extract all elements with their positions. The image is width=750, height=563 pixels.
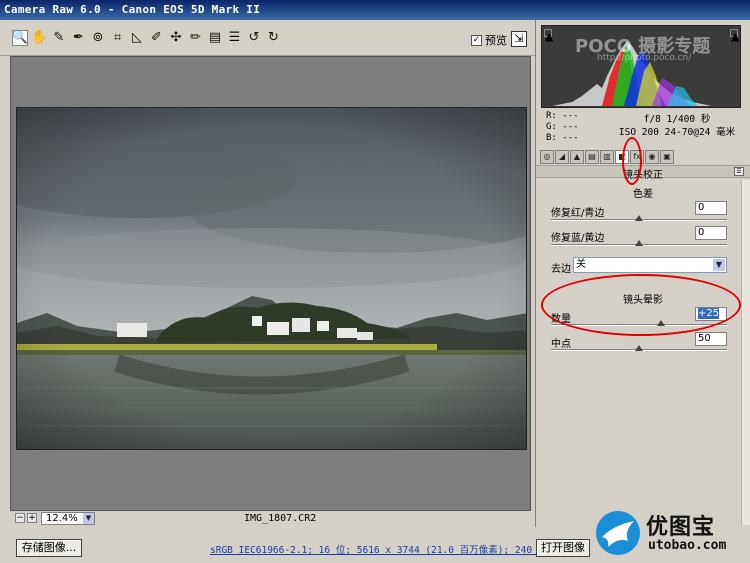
color-sampler-tool-icon[interactable]: ✒ (71, 30, 87, 46)
amount-value: +25 (698, 308, 720, 319)
amount-slider-thumb[interactable] (657, 320, 665, 326)
rotate-right-icon[interactable]: ↻ (266, 30, 282, 46)
red-eye-tool-icon[interactable]: ✣ (168, 30, 184, 46)
panel-tab-6[interactable]: ◧ (615, 150, 629, 164)
panel-title-text: 镜头校正 (623, 170, 663, 181)
targeted-adjustment-tool-icon[interactable]: ⊚ (90, 30, 106, 46)
spot-removal-tool-icon[interactable]: ✐ (149, 30, 165, 46)
defringe-value: 关 (576, 259, 586, 270)
image-preview-area[interactable] (10, 56, 531, 511)
blue-yellow-slider-thumb[interactable] (635, 240, 643, 246)
panel-tab-7[interactable]: fx (630, 150, 644, 164)
adjustment-brush-icon[interactable]: ✏ (188, 30, 204, 46)
panel-tab-4[interactable]: ▤ (585, 150, 599, 164)
chevron-down-icon: ▼ (83, 513, 94, 524)
status-strip: − + 12.4% ▼ IMG_1807.CR2 (10, 511, 531, 527)
workflow-options-link[interactable]: sRGB IEC61966-2.1; 16 位; 5616 x 3744 (21… (210, 542, 555, 556)
rotate-left-icon[interactable]: ↺ (246, 30, 262, 46)
blue-yellow-value: 0 (698, 227, 705, 238)
red-cyan-value: 0 (698, 202, 705, 213)
iso-lens-info: ISO 200 24-70@24 毫米 (618, 127, 736, 138)
red-cyan-label: 修复红/青边 (551, 208, 605, 219)
red-cyan-slider[interactable] (551, 215, 727, 221)
red-cyan-field[interactable]: 0 (695, 201, 727, 215)
blue-yellow-slider[interactable] (551, 240, 727, 246)
straighten-tool-icon[interactable]: ◺ (129, 30, 145, 46)
adjustments-panel: ▲ ▲ POCO 摄影专题 http://photo.poco.cn/ R: -… (535, 20, 750, 527)
midpoint-field[interactable]: 50 (695, 332, 727, 346)
toolbar: 🔍 ✋ ✎ ✒ ⊚ ⌗ ◺ ✐ ✣ ✏ ▤ ☰ ↺ ↻ ✓ 预览 ⇲ (0, 20, 535, 56)
blue-yellow-field[interactable]: 0 (695, 226, 727, 240)
chromatic-heading: 色差 (633, 189, 653, 200)
panel-title: 镜头校正 ☰ (536, 165, 750, 181)
blue-yellow-label: 修复蓝/黄边 (551, 233, 605, 244)
file-name: IMG_1807.CR2 (244, 513, 317, 524)
r-readout: R: --- (546, 111, 579, 121)
watermark-url: http://photo.poco.cn/ (597, 53, 692, 63)
panel-tab-1[interactable]: ◎ (540, 150, 554, 164)
b-readout: B: --- (546, 133, 579, 143)
zoom-out-button[interactable]: − (15, 513, 25, 523)
panel-tabs: ◎ ◢ ▲ ▤ ▥ ◧ fx ◉ ▣ (540, 150, 746, 164)
panel-tab-2[interactable]: ◢ (555, 150, 569, 164)
amount-label: 数量 (551, 314, 571, 325)
white-balance-tool-icon[interactable]: ✎ (51, 30, 67, 46)
panel-tab-5[interactable]: ▥ (600, 150, 614, 164)
photo-preview (16, 107, 527, 450)
exposure-info: f/8 1/400 秒 (643, 114, 711, 125)
panel-tab-9[interactable]: ▣ (660, 150, 674, 164)
midpoint-slider-thumb[interactable] (635, 345, 643, 351)
rgb-readout: R: --- G: --- B: --- (546, 111, 579, 144)
window-title: Camera Raw 6.0 - Canon EOS 5D Mark II (4, 3, 261, 16)
midpoint-value: 50 (698, 333, 711, 344)
save-image-button[interactable]: 存储图像... (16, 539, 82, 557)
exif-info: f/8 1/400 秒 ISO 200 24-70@24 毫米 (612, 113, 742, 139)
chevron-down-icon: ▼ (713, 259, 725, 271)
zoom-select[interactable]: 12.4% ▼ (41, 512, 95, 525)
preview-checkbox[interactable]: ✓ (471, 34, 482, 46)
crop-tool-icon[interactable]: ⌗ (110, 30, 126, 46)
panel-scrollbar[interactable] (741, 180, 750, 525)
utobao-logo: 优图宝 utobao.com (592, 505, 750, 563)
panel-menu-icon[interactable]: ☰ (734, 167, 744, 176)
bird-logo-icon (596, 511, 640, 555)
graduated-filter-icon[interactable]: ▤ (207, 30, 223, 46)
open-image-button[interactable]: 打开图像 (536, 539, 590, 557)
panel-tab-3[interactable]: ▲ (570, 150, 584, 164)
open-in-photoshop-icon[interactable]: ⇲ (511, 31, 527, 47)
amount-field[interactable]: +25 (695, 307, 727, 321)
preview-label: 预览 (485, 34, 507, 47)
vignette-heading: 镜头晕影 (623, 295, 663, 306)
logo-url: utobao.com (648, 538, 727, 553)
logo-name: 优图宝 (646, 515, 716, 540)
preview-toggle[interactable]: ✓ 预览 (471, 32, 507, 48)
histogram: ▲ ▲ POCO 摄影专题 http://photo.poco.cn/ (541, 25, 741, 108)
defringe-label: 去边 (551, 264, 571, 275)
preferences-icon[interactable]: ☰ (227, 30, 243, 46)
zoom-tool-icon[interactable]: 🔍 (12, 30, 28, 46)
red-cyan-slider-thumb[interactable] (635, 215, 643, 221)
title-bar: Camera Raw 6.0 - Canon EOS 5D Mark II (0, 0, 750, 20)
g-readout: G: --- (546, 122, 579, 132)
hand-tool-icon[interactable]: ✋ (31, 30, 47, 46)
zoom-in-button[interactable]: + (27, 513, 37, 523)
amount-slider[interactable] (551, 320, 727, 326)
midpoint-label: 中点 (551, 339, 571, 350)
midpoint-slider[interactable] (551, 345, 727, 351)
zoom-value: 12.4% (46, 513, 78, 524)
defringe-select[interactable]: 关 ▼ (573, 257, 727, 273)
panel-tab-8[interactable]: ◉ (645, 150, 659, 164)
